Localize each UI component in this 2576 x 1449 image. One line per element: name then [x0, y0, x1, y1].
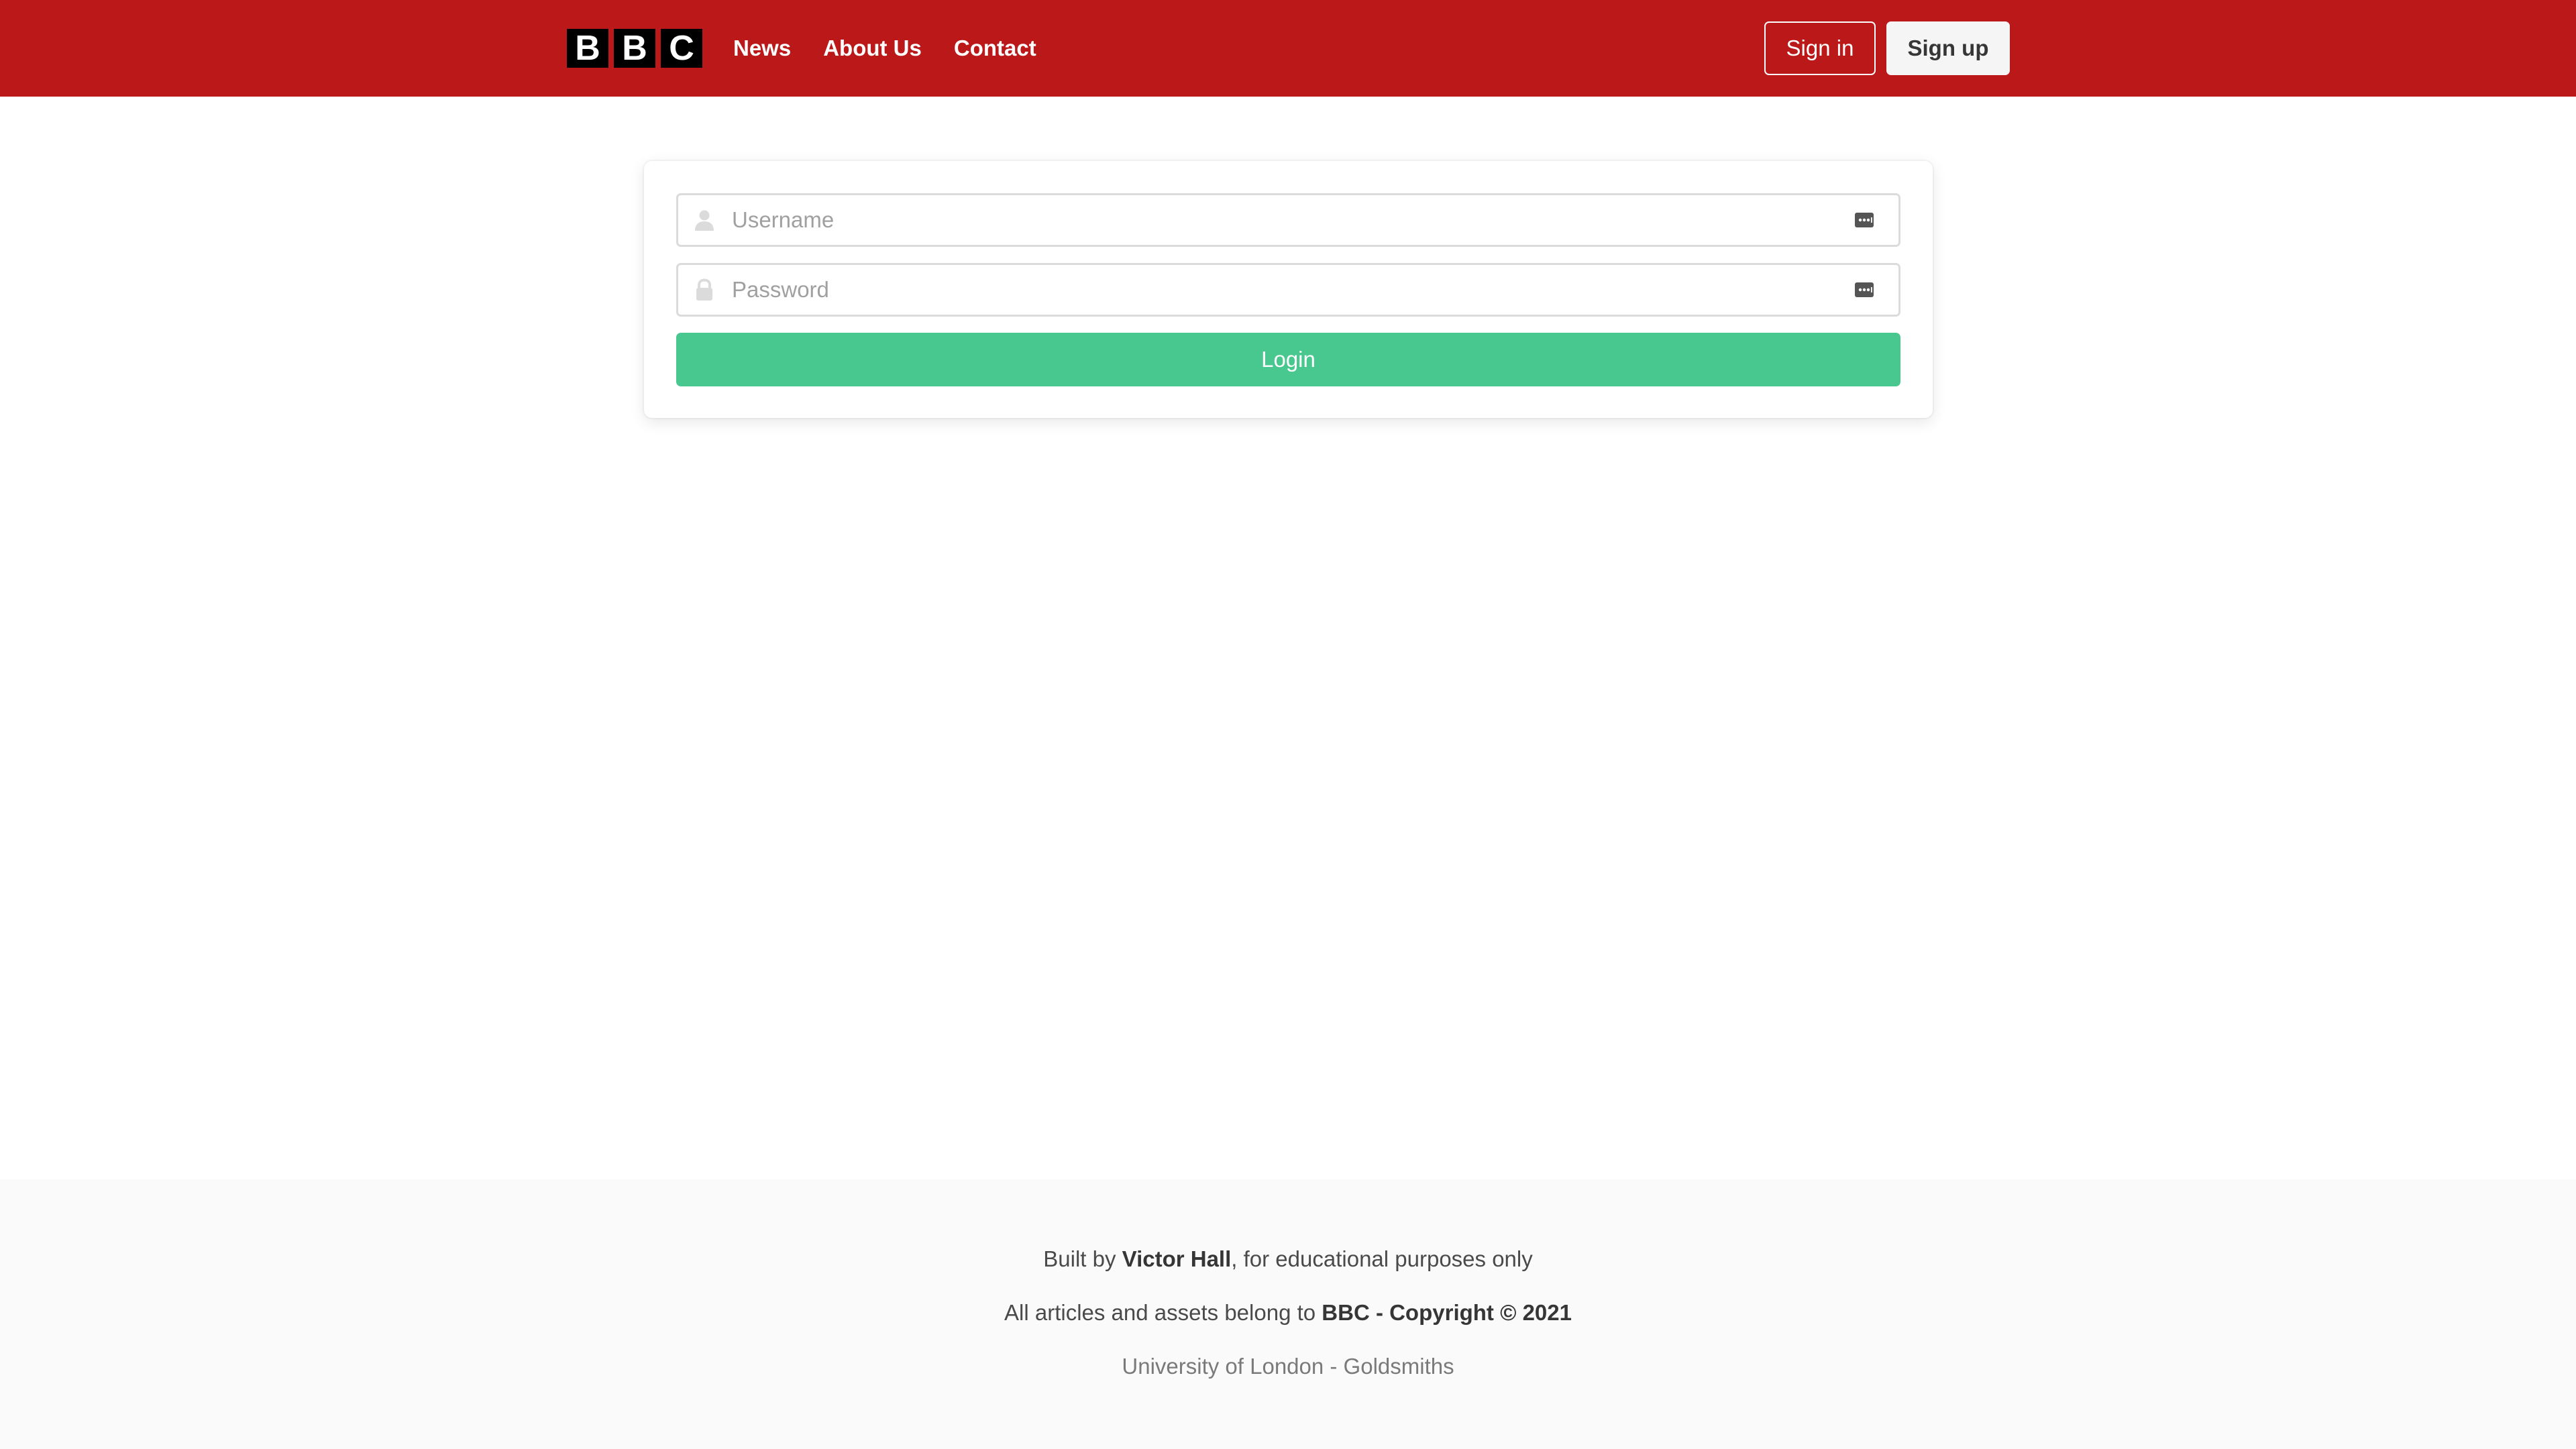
user-icon: [695, 210, 714, 231]
lock-icon: [696, 278, 712, 301]
nav-link-contact[interactable]: Contact: [954, 32, 1036, 64]
username-field[interactable]: Username: [676, 193, 1900, 247]
password-placeholder: Password: [732, 277, 829, 302]
footer-copyright-prefix: All articles and assets belong to: [1004, 1300, 1322, 1325]
logo-letter: C: [661, 29, 702, 68]
footer-credit-line: Built by Victor Hall, for educational pu…: [0, 1246, 2576, 1272]
password-manager-icon[interactable]: [1854, 210, 1874, 230]
sign-in-button[interactable]: Sign in: [1764, 21, 1876, 75]
login-card: Username Password Login: [644, 161, 1933, 418]
username-placeholder: Username: [732, 207, 835, 232]
login-button[interactable]: Login: [676, 333, 1900, 386]
footer-copyright-line: All articles and assets belong to BBC - …: [0, 1300, 2576, 1326]
footer-copyright-owner: BBC - Copyright © 2021: [1322, 1300, 1572, 1325]
nav-links: News About Us Contact: [733, 32, 1036, 64]
nav-link-news[interactable]: News: [733, 32, 791, 64]
logo-letter: B: [614, 29, 655, 68]
footer-credit-prefix: Built by: [1043, 1246, 1122, 1271]
footer-institution: University of London - Goldsmiths: [1122, 1354, 1454, 1379]
logo-letter: B: [567, 29, 608, 68]
bbc-logo[interactable]: B B C: [567, 29, 702, 68]
footer-author-name: Victor Hall: [1122, 1246, 1232, 1271]
nav-link-about-us[interactable]: About Us: [823, 32, 922, 64]
password-field[interactable]: Password: [676, 263, 1900, 317]
top-navbar: B B C News About Us Contact Sign in Sign…: [0, 0, 2576, 97]
footer-credit-suffix: , for educational purposes only: [1231, 1246, 1533, 1271]
sign-up-button[interactable]: Sign up: [1886, 21, 2010, 75]
password-manager-icon[interactable]: [1854, 280, 1874, 300]
